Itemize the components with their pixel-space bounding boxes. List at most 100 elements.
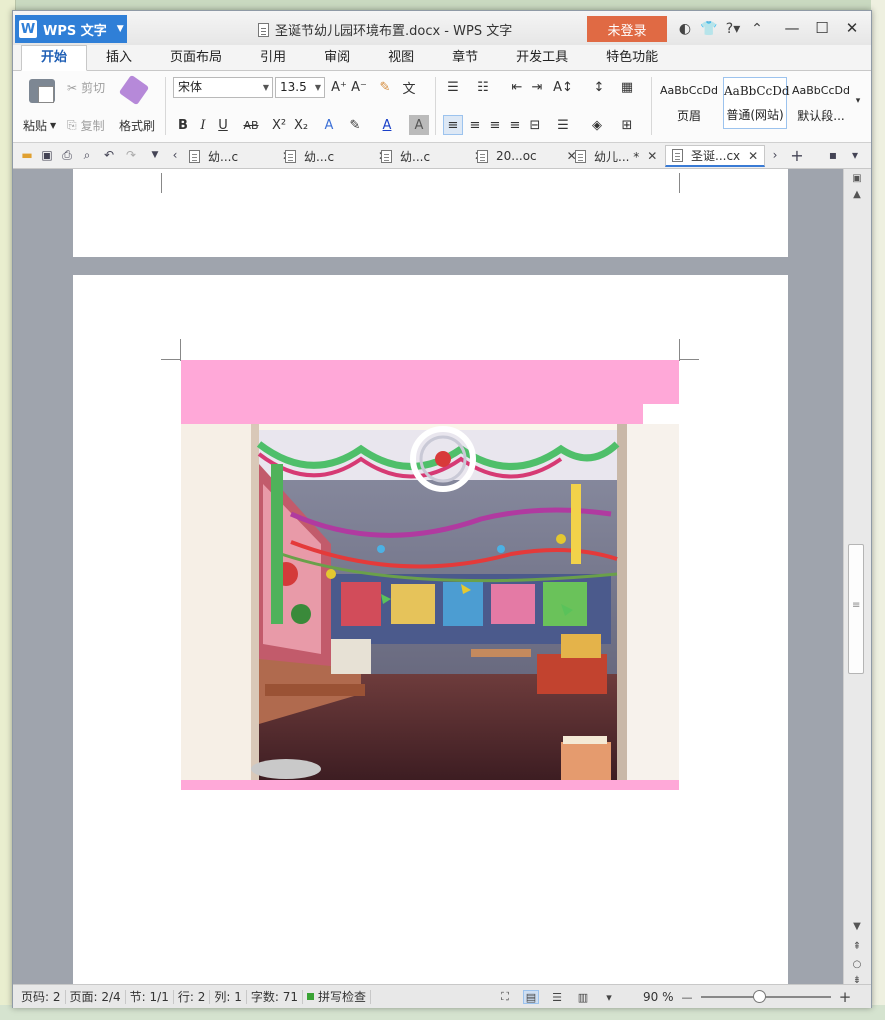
distribute-icon[interactable]: ⊟ <box>525 115 545 135</box>
document-canvas[interactable] <box>13 169 843 984</box>
shirt-icon[interactable]: 👕 <box>697 19 721 39</box>
underline-icon[interactable]: U <box>213 115 233 135</box>
outline-view-icon[interactable]: ☰ <box>549 990 565 1004</box>
select-browse-object-icon[interactable]: ○ <box>850 959 864 970</box>
open-folder-icon[interactable]: ▬ <box>19 147 35 163</box>
borders-icon[interactable]: ⊞ <box>617 115 637 135</box>
style-header[interactable]: AaBbCcDd 页眉 <box>657 77 721 129</box>
redo-icon[interactable]: ↷ <box>123 147 139 163</box>
bullets-icon[interactable]: ☰ <box>443 77 463 97</box>
reading-mode-icon[interactable]: ▾ <box>601 990 617 1004</box>
italic-icon[interactable]: I <box>193 115 213 135</box>
strikethrough-icon[interactable]: AB <box>241 115 261 135</box>
tab-special[interactable]: 特色功能 <box>587 46 677 70</box>
print-icon[interactable]: ⎙ <box>59 147 75 163</box>
new-tab-icon[interactable]: + <box>789 146 805 165</box>
subscript-icon[interactable]: X₂ <box>291 115 311 135</box>
text-effect-icon[interactable]: A <box>319 115 339 135</box>
copy-button[interactable]: ⎘ 复制 <box>67 117 105 134</box>
format-painter-icon[interactable] <box>118 74 150 106</box>
zoom-slider-knob[interactable] <box>753 990 766 1003</box>
sort-icon[interactable]: ↕ <box>589 77 609 97</box>
char-shading-icon[interactable]: A <box>409 115 429 135</box>
phonetic-icon[interactable]: 文 <box>399 77 419 97</box>
fullscreen-view-icon[interactable]: ⛶ <box>497 990 513 1004</box>
page-view-icon[interactable]: ▤ <box>523 990 539 1004</box>
justify-icon[interactable]: ≡ <box>505 115 525 135</box>
tab-references[interactable]: 引用 <box>241 46 305 70</box>
style-normal-web[interactable]: AaBbCcDd 普通(网站) <box>723 77 790 129</box>
increase-indent-icon[interactable]: ⇥ <box>527 77 547 97</box>
tab-view[interactable]: 视图 <box>369 46 433 70</box>
tabs-scroll-right-icon[interactable]: › <box>767 147 783 163</box>
tab-list-icon[interactable]: ▪ <box>825 147 841 163</box>
align-center-icon[interactable]: ≡ <box>465 115 485 135</box>
tab-home[interactable]: 开始 <box>21 45 88 71</box>
undo-icon[interactable]: ↶ <box>101 147 117 163</box>
save-icon[interactable]: ▣ <box>39 147 55 163</box>
prev-page-icon[interactable]: ⇞ <box>850 941 864 952</box>
doc-tab[interactable]: 幼...c ✕ <box>189 145 292 167</box>
spell-check-button[interactable]: 拼写检查 <box>303 989 371 1004</box>
help-icon[interactable]: ?▾ <box>721 19 745 39</box>
login-button[interactable]: 未登录 <box>587 16 667 42</box>
vertical-scrollbar[interactable]: ▣ ▲ ▼ ⇞ ○ ⇟ <box>843 169 871 986</box>
status-word-count[interactable]: 字数: 71 <box>247 989 303 1004</box>
web-view-icon[interactable]: ▥ <box>575 990 591 1004</box>
status-page-number[interactable]: 页码: 2 <box>13 989 66 1004</box>
minimize-button[interactable]: — <box>777 17 807 39</box>
align-left-icon[interactable]: ≡ <box>443 115 463 135</box>
doc-tab-active[interactable]: 圣诞...cx ✕ <box>665 145 766 167</box>
scroll-down-icon[interactable]: ▼ <box>850 921 864 932</box>
doc-tab[interactable]: 幼儿... * ✕ <box>575 145 657 167</box>
styles-more-icon[interactable]: ▾ <box>851 91 865 111</box>
print-preview-icon[interactable]: ⌕ <box>79 147 95 163</box>
shading-icon[interactable]: ◈ <box>587 115 607 135</box>
scrollbar-thumb[interactable] <box>848 544 864 674</box>
bold-icon[interactable]: B <box>173 115 193 135</box>
close-button[interactable]: ✕ <box>837 17 867 39</box>
paste-button[interactable]: 粘贴 ▼ <box>23 117 56 134</box>
tab-options-icon[interactable]: ▾ <box>847 147 863 163</box>
tab-insert[interactable]: 插入 <box>87 46 151 70</box>
superscript-icon[interactable]: X² <box>269 115 289 135</box>
clear-format-icon[interactable]: ✎ <box>375 77 395 97</box>
doc-tab[interactable]: 20...oc ✕ <box>477 145 577 167</box>
style-default-paragraph[interactable]: AaBbCcDd 默认段... <box>789 77 853 129</box>
zoom-level[interactable]: 90 % <box>643 990 674 1004</box>
tab-page-layout[interactable]: 页面布局 <box>151 46 241 70</box>
format-painter-button[interactable]: 格式刷 <box>119 117 155 134</box>
zoom-slider-track[interactable] <box>701 996 831 998</box>
zoom-in-icon[interactable]: + <box>837 988 853 1006</box>
tab-developer[interactable]: 开发工具 <box>497 46 587 70</box>
cut-button[interactable]: ✂ 剪切 <box>67 79 105 96</box>
ruler-toggle-icon[interactable]: ▣ <box>850 173 864 184</box>
skin-icon[interactable]: ◐ <box>673 19 697 39</box>
highlight-icon[interactable]: ✎ <box>345 115 365 135</box>
table-icon[interactable]: ▦ <box>617 77 637 97</box>
font-color-icon[interactable]: A <box>377 115 397 135</box>
maximize-button[interactable]: ☐ <box>807 17 837 39</box>
zoom-out-icon[interactable]: — <box>679 990 695 1004</box>
quick-access-menu-icon[interactable]: ▼ <box>147 147 163 163</box>
classroom-photo[interactable] <box>181 424 679 780</box>
tab-chapter[interactable]: 章节 <box>433 46 497 70</box>
close-tab-icon[interactable]: ✕ <box>748 149 758 163</box>
tabs-scroll-left-icon[interactable]: ‹ <box>167 147 183 163</box>
decrease-indent-icon[interactable]: ⇤ <box>507 77 527 97</box>
doc-tab[interactable]: 幼...c ✕ <box>285 145 388 167</box>
line-spacing-text-icon[interactable]: A↕ <box>553 77 573 97</box>
font-name-select[interactable]: 宋体 ▼ <box>173 77 273 98</box>
scroll-up-icon[interactable]: ▲ <box>850 189 864 200</box>
grow-font-icon[interactable]: A⁺ <box>329 77 349 97</box>
collapse-ribbon-icon[interactable]: ⌃ <box>745 19 769 39</box>
tab-review[interactable]: 审阅 <box>305 46 369 70</box>
status-pages[interactable]: 页面: 2/4 <box>66 989 126 1004</box>
align-right-icon[interactable]: ≡ <box>485 115 505 135</box>
app-menu-button[interactable]: W WPS 文字 ▼ <box>15 15 127 43</box>
shrink-font-icon[interactable]: A⁻ <box>349 77 369 97</box>
paste-icon[interactable] <box>29 79 55 103</box>
paragraph-spacing-icon[interactable]: ☰ <box>553 115 573 135</box>
status-section[interactable]: 节: 1/1 <box>126 989 174 1004</box>
font-size-select[interactable]: 13.5 ▼ <box>275 77 325 98</box>
